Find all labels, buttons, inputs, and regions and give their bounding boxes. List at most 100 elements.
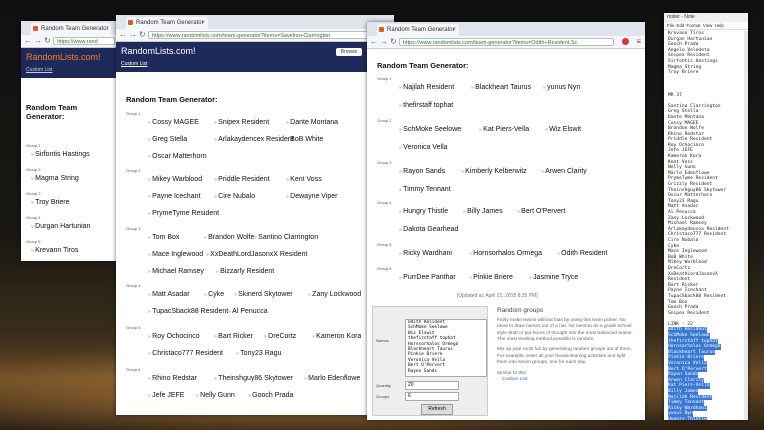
browser-tab[interactable]: Random Team Generator × <box>377 24 459 36</box>
extension-icon[interactable] <box>622 38 629 45</box>
team-member: PurrDee Panthar <box>399 274 456 281</box>
browser-window-2[interactable]: Random Team Generator × ← → ↻ https://www… <box>116 15 394 415</box>
team-member: Priddle Resident <box>214 176 269 183</box>
notepad-text: Krevann Tiros Durgan Hartunian Gooch Prada… <box>668 31 729 420</box>
reload-icon[interactable]: ↻ <box>44 36 51 46</box>
team-member: Krevann Tiros <box>31 247 78 254</box>
team-member: Christaco777 Resident <box>148 350 223 357</box>
team-member: Arwen Clarity <box>541 168 587 175</box>
notepad-menu[interactable]: File Edit Format View Help <box>664 22 748 30</box>
back-icon[interactable]: ← <box>119 30 127 40</box>
team-member: Durgan Hartunian <box>31 223 90 230</box>
names-textarea[interactable]: Odith Resident SchMoke Seelowe Wiz Elswit t… <box>405 319 487 377</box>
address-bar[interactable]: https://www.rand <box>53 37 115 45</box>
back-icon[interactable]: ← <box>24 36 32 46</box>
site-logo[interactable]: RandomLists.com! <box>121 46 196 56</box>
back-icon[interactable]: ← <box>370 37 378 47</box>
group-label: Group 1 <box>126 111 141 116</box>
team-member: Bert O'Pervert <box>517 208 565 215</box>
browser-tab[interactable]: Random Team Generator <box>31 23 111 35</box>
text-line: TupacSback88 Resident <box>668 293 727 299</box>
browser-window-1[interactable]: Random Team Generator ← → ↻ https://www.… <box>21 21 117 261</box>
quantity-input[interactable]: 20 <box>405 381 459 390</box>
team-member: Sirfontis Hastings <box>31 151 89 158</box>
browser-window-3[interactable]: Random Team Generator × ← → ↻ https://www… <box>367 22 645 420</box>
browse-button[interactable]: Browse <box>336 48 362 56</box>
group-label: Group 6 <box>126 367 141 372</box>
site-logo[interactable]: RandomLists.com! <box>26 52 101 62</box>
team-member: Matt Asadar <box>148 291 189 298</box>
info-title: Random groups <box>497 307 544 314</box>
team-member: Ricky Wardhani <box>399 250 452 257</box>
team-member: Tony23 Ragu <box>236 350 281 357</box>
group-label: Group 3 <box>377 160 392 165</box>
forward-icon[interactable]: → <box>380 37 388 47</box>
team-member: Rhino Redstar <box>148 375 197 382</box>
notepad-title: roster - Note <box>664 13 748 22</box>
address-bar[interactable]: https://www.randomlists.com/team-generat… <box>148 31 390 39</box>
team-member: Kent Voss <box>286 176 322 183</box>
scrollbar[interactable] <box>744 31 748 420</box>
team-member: Roy Ochocinco <box>148 333 199 340</box>
team-member: Al Penucca <box>228 308 267 315</box>
refresh-button[interactable]: Refresh <box>421 404 453 415</box>
favicon-icon <box>128 20 133 25</box>
team-member: Zany Lockwood <box>308 291 361 298</box>
favicon-icon <box>33 26 38 31</box>
browser-toolbar: ← → ↻ https://www.randomlists.com/team-g… <box>367 36 645 49</box>
gear-icon[interactable]: ⚙ <box>724 390 748 414</box>
team-member: Tom Box <box>148 234 179 241</box>
notepad-window[interactable]: roster - Note File Edit Format View Help… <box>664 13 748 420</box>
team-member: Cyke <box>204 291 224 298</box>
team-member: yunus Nyn <box>543 84 580 91</box>
groups-input[interactable]: 6 <box>405 392 459 401</box>
updated-time: [Updated at: April 21, 2018 8:35 PM] <box>457 293 538 299</box>
team-member: Hungry Thistle <box>399 208 448 215</box>
team-member: Cire Nubalo <box>214 193 255 200</box>
tab-title: Random Team Generator <box>136 20 204 26</box>
group-label: Group 1 <box>377 76 392 81</box>
forward-icon[interactable]: → <box>34 36 42 46</box>
menu-icon[interactable]: ≡ <box>636 37 641 47</box>
groups-label: Groups <box>376 394 390 399</box>
team-member: Odith Resident <box>557 250 607 257</box>
team-member: XxDeathLordJasonxX Resident <box>206 251 307 258</box>
group-label: Group 4 <box>377 200 392 205</box>
team-member: TupacSback88 Resident <box>148 308 228 315</box>
info-paragraph-2: Mix up your tools fun by generating rand… <box>497 346 632 366</box>
group-label: Group 1 <box>26 143 41 148</box>
team-member: Rayon Sands <box>399 168 445 175</box>
team-member: Magma String <box>31 175 79 182</box>
group-label: Group 3 <box>26 191 41 196</box>
team-member: SchMoke Seelowe <box>399 126 461 133</box>
similar-link[interactable]: Custom List <box>502 377 637 384</box>
team-member: Nelly Gunn <box>196 392 235 399</box>
team-member: Oscar Matterhorn <box>148 153 206 160</box>
team-member: Veronica Vella <box>399 144 447 151</box>
custom-list-link[interactable]: Custom List <box>121 61 147 67</box>
close-tab-icon[interactable]: × <box>201 17 205 29</box>
list-line: Rayon Sands <box>408 368 438 374</box>
close-tab-icon[interactable]: × <box>452 24 456 36</box>
custom-list-link[interactable]: Custom List <box>26 67 52 73</box>
browser-toolbar: ← → ↻ https://www.rand <box>21 35 117 48</box>
team-member: Wiz Elswit <box>545 126 581 133</box>
team-member: Mace Inglewood <box>148 251 203 258</box>
address-bar[interactable]: https://www.randomlists.com/team-generat… <box>399 38 614 46</box>
team-member: Najilah Resident <box>399 84 454 91</box>
page-title: Random Team Generator: <box>126 95 218 104</box>
reload-icon[interactable]: ↻ <box>390 37 397 47</box>
generator-form: Names Odith Resident SchMoke Seelowe Wiz E… <box>372 306 488 416</box>
site-header: RandomLists.com! Custom List <box>21 48 117 78</box>
info-panel: Random groups Fairly make teams without … <box>497 307 637 384</box>
team-member: Dewayne Viper <box>286 193 337 200</box>
team-member: Mikey Warblood <box>148 176 202 183</box>
group-label: Group 2 <box>377 118 392 123</box>
team-member: Dakota Gearhead <box>399 226 458 233</box>
team-member: DreCortz <box>264 333 296 340</box>
reload-icon[interactable]: ↻ <box>139 30 146 40</box>
browser-tab[interactable]: Random Team Generator × <box>126 17 208 29</box>
line-wrap: Hungry Thistle <box>668 416 729 420</box>
tab-bar: Random Team Generator <box>21 21 117 35</box>
forward-icon[interactable]: → <box>129 30 137 40</box>
